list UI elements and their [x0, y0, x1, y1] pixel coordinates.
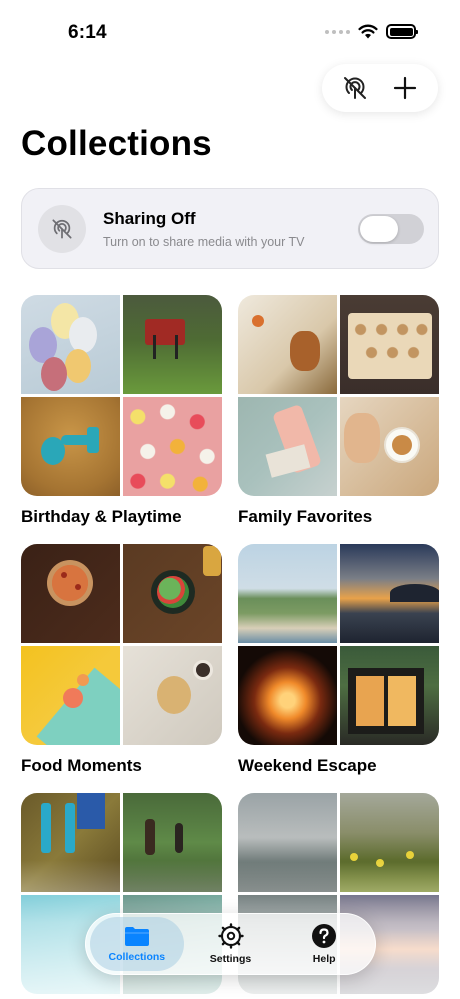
photo-thumbnail [21, 397, 120, 496]
cast-toggle-button[interactable] [333, 66, 377, 110]
battery-icon [386, 24, 418, 39]
collection-title: Food Moments [21, 756, 142, 775]
photo-thumbnail [21, 295, 120, 394]
page-title: Collections [21, 124, 212, 163]
plus-icon [393, 76, 417, 100]
photo-thumbnail [238, 793, 337, 892]
wifi-icon [358, 24, 378, 39]
add-button[interactable] [383, 66, 427, 110]
tab-label: Help [312, 953, 336, 965]
photo-thumbnail [340, 295, 439, 394]
gear-icon [217, 923, 244, 949]
photo-thumbnail [238, 544, 337, 643]
sharing-toggle[interactable] [358, 214, 424, 244]
photo-thumbnail [238, 646, 337, 745]
status-bar: 6:14 [0, 0, 460, 62]
tab-help[interactable]: Help [277, 917, 371, 971]
photo-thumbnail [123, 544, 222, 643]
photo-thumbnail [238, 295, 337, 394]
collection-mosaic [238, 544, 439, 745]
photo-thumbnail [123, 793, 222, 892]
tab-bar: Collections Settings Help [85, 913, 376, 975]
collection-title: Weekend Escape [238, 756, 377, 775]
sharing-card: Sharing Off Turn on to share media with … [21, 188, 439, 269]
top-toolbar [322, 64, 438, 112]
collection-mosaic [21, 295, 222, 496]
photo-thumbnail [21, 646, 120, 745]
photo-thumbnail [340, 397, 439, 496]
photo-thumbnail [340, 793, 439, 892]
help-icon [312, 924, 337, 948]
photo-thumbnail [123, 646, 222, 745]
tab-settings[interactable]: Settings [184, 917, 278, 971]
photo-thumbnail [21, 793, 120, 892]
sharing-subtitle: Turn on to share media with your TV [103, 235, 305, 249]
collection-card[interactable]: Family Favorites [238, 295, 439, 527]
toggle-knob [360, 216, 398, 242]
tab-label: Settings [209, 953, 252, 965]
cast-off-icon [344, 77, 366, 99]
photo-thumbnail [238, 397, 337, 496]
cast-off-icon [52, 219, 72, 239]
collection-card[interactable]: Birthday & Playtime [21, 295, 222, 527]
folder-icon [124, 927, 149, 946]
photo-thumbnail [340, 646, 439, 745]
collection-mosaic [238, 295, 439, 496]
photo-thumbnail [123, 295, 222, 394]
photo-thumbnail [340, 544, 439, 643]
sharing-status-icon-wrap [38, 205, 86, 253]
status-icons [325, 24, 418, 39]
tab-label: Collections [108, 951, 166, 963]
collection-mosaic [21, 544, 222, 745]
collection-card[interactable]: Weekend Escape [238, 544, 439, 776]
photo-thumbnail [123, 397, 222, 496]
collection-card[interactable]: Food Moments [21, 544, 222, 776]
tab-collections[interactable]: Collections [90, 917, 184, 971]
collection-title: Birthday & Playtime [21, 507, 182, 526]
collection-title: Family Favorites [238, 507, 373, 526]
status-time: 6:14 [68, 22, 107, 43]
photo-thumbnail [21, 544, 120, 643]
cellular-signal-icon [325, 29, 350, 34]
sharing-title: Sharing Off [103, 209, 196, 228]
